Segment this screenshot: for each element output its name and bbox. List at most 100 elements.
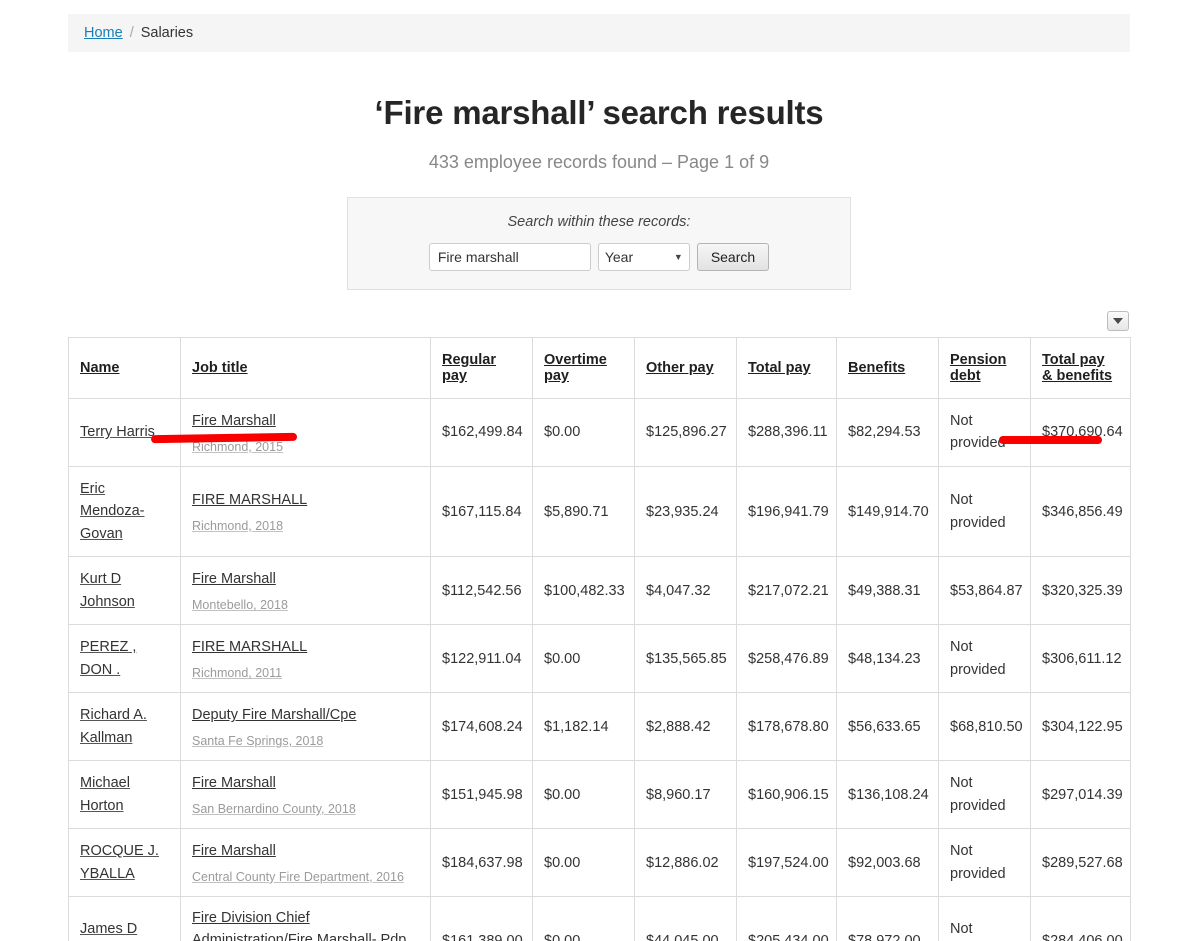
employee-name-link[interactable]: PEREZ , DON . — [80, 639, 136, 677]
cell-benefits-value: $48,134.23 — [848, 650, 921, 667]
page-root: Home / Salaries ‘Fire marshall’ search r… — [0, 0, 1198, 941]
cell-other-pay-value: $135,565.85 — [646, 650, 727, 667]
job-title-link[interactable]: Fire Marshall — [192, 411, 419, 433]
cell-pension-debt: Not provided — [938, 760, 1031, 830]
cell-regular-pay: $184,637.98 — [430, 828, 533, 898]
column-header-benefits[interactable]: Benefits — [836, 337, 939, 399]
agency-year-link[interactable]: Richmond, 2018 — [192, 519, 419, 533]
salary-results-table: Name Job title Regular pay Overtime pay … — [68, 337, 1131, 941]
cell-overtime-pay-value: $1,182.14 — [544, 718, 609, 735]
cell-regular-pay-value: $167,115.84 — [442, 503, 522, 520]
cell-regular-pay-value: $151,945.98 — [442, 786, 523, 803]
cell-total-pay: $196,941.79 — [736, 465, 837, 558]
employee-name-link[interactable]: Richard A. Kallman — [80, 707, 147, 745]
job-title-link[interactable]: Fire Division Chief Administration/Fire … — [192, 908, 419, 941]
agency-year-link[interactable]: Richmond, 2015 — [192, 440, 419, 454]
column-header-name[interactable]: Name — [68, 337, 181, 399]
breadcrumb-separator: / — [129, 25, 134, 41]
search-button[interactable]: Search — [696, 243, 770, 271]
cell-job-title: Fire Marshall Richmond, 2015 — [180, 398, 431, 467]
chevron-down-icon: ▼ — [673, 251, 683, 262]
agency-year-link[interactable]: Santa Fe Springs, 2018 — [192, 734, 419, 748]
employee-name-link[interactable]: Eric Mendoza-Govan — [80, 481, 144, 542]
cell-total-pay: $178,678.80 — [736, 692, 837, 762]
cell-employee-name: James D Kemper — [68, 896, 181, 941]
cell-total-pay-benefits: $289,527.68 — [1030, 828, 1131, 898]
cell-pension-debt-value: Not provided — [950, 639, 1006, 678]
cell-overtime-pay-value: $5,890.71 — [544, 503, 609, 520]
column-header-pension-debt[interactable]: Pension debt — [938, 337, 1031, 399]
job-title-link[interactable]: Fire Marshall — [192, 569, 419, 591]
cell-overtime-pay-value: $0.00 — [544, 932, 581, 941]
employee-name-link[interactable]: Kurt D Johnson — [80, 571, 135, 609]
cell-job-title: Fire Division Chief Administration/Fire … — [180, 896, 431, 941]
cell-pension-debt-value: Not provided — [950, 921, 973, 938]
cell-regular-pay: $112,542.56 — [430, 556, 533, 626]
job-title-link[interactable]: Fire Marshall — [192, 841, 419, 863]
cell-overtime-pay-value: $0.00 — [544, 650, 581, 667]
table-row: PEREZ , DON . FIRE MARSHALL Richmond, 2011… — [68, 624, 1131, 694]
column-header-total-pay[interactable]: Total pay — [736, 337, 837, 399]
employee-name-link[interactable]: ROCQUE J. YBALLA — [80, 843, 159, 881]
search-input[interactable] — [428, 243, 591, 271]
agency-year-link[interactable]: Montebello, 2018 — [192, 598, 419, 612]
cell-benefits-value: $78,972.00 — [848, 932, 921, 941]
job-title-link[interactable]: FIRE MARSHALL — [192, 637, 419, 659]
cell-job-title: FIRE MARSHALL Richmond, 2018 — [180, 465, 431, 558]
cell-pension-debt: Not provided — [938, 896, 1031, 941]
agency-year-link[interactable]: Richmond, 2011 — [192, 666, 419, 680]
column-options-toggle-button[interactable] — [1107, 311, 1129, 331]
cell-total-pay-value: $258,476.89 — [748, 650, 829, 667]
column-header-regular-pay[interactable]: Regular pay — [430, 337, 533, 399]
table-row: Eric Mendoza-Govan FIRE MARSHALL Richmond,… — [68, 465, 1131, 558]
employee-name-link[interactable]: Terry Harris — [80, 424, 155, 440]
agency-year-link[interactable]: San Bernardino County, 2018 — [192, 802, 419, 816]
cell-total-pay-benefits-value: $306,611.12 — [1042, 650, 1122, 667]
column-header-total-pay-benefits[interactable]: Total pay & benefits — [1030, 337, 1131, 399]
column-header-job-title[interactable]: Job title — [180, 337, 431, 399]
cell-benefits-value: $56,633.65 — [848, 718, 921, 735]
cell-pension-debt: Not provided — [938, 624, 1031, 694]
cell-overtime-pay: $1,182.14 — [532, 692, 635, 762]
cell-other-pay-value: $12,886.02 — [646, 854, 719, 871]
cell-employee-name: Richard A. Kallman — [68, 692, 181, 762]
breadcrumb: Home / Salaries — [68, 14, 1130, 52]
cell-total-pay-benefits-value: $346,856.49 — [1042, 503, 1123, 520]
cell-job-title: FIRE MARSHALL Richmond, 2011 — [180, 624, 431, 694]
cell-benefits-value: $92,003.68 — [848, 854, 921, 871]
table-toolbar — [68, 311, 1130, 331]
cell-total-pay-value: $178,678.80 — [748, 718, 829, 735]
year-select[interactable]: Year ▼ — [597, 243, 690, 271]
cell-pension-debt-value: Not provided — [950, 492, 1006, 531]
cell-benefits: $136,108.24 — [836, 760, 939, 830]
cell-total-pay-benefits-value: $289,527.68 — [1042, 854, 1123, 871]
cell-benefits-value: $49,388.31 — [848, 582, 921, 599]
cell-total-pay-benefits: $284,406.00 — [1030, 896, 1131, 941]
cell-pension-debt: Not provided — [938, 398, 1031, 467]
employee-name-link[interactable]: James D Kemper — [80, 921, 137, 941]
cell-other-pay-value: $2,888.42 — [646, 718, 711, 735]
job-title-link[interactable]: Fire Marshall — [192, 773, 419, 795]
cell-pension-debt: Not provided — [938, 828, 1031, 898]
cell-regular-pay: $162,499.84 — [430, 398, 533, 467]
job-title-link[interactable]: FIRE MARSHALL — [192, 490, 419, 512]
cell-other-pay: $135,565.85 — [634, 624, 737, 694]
results-summary: 433 employee records found – Page 1 of 9 — [428, 152, 770, 172]
cell-total-pay-benefits: $297,014.39 — [1030, 760, 1131, 830]
column-header-overtime-pay[interactable]: Overtime pay — [532, 337, 635, 399]
cell-employee-name: ROCQUE J. YBALLA — [68, 828, 181, 898]
cell-regular-pay-value: $174,608.24 — [442, 718, 523, 735]
cell-employee-name: Terry Harris — [68, 398, 181, 467]
agency-year-link[interactable]: Central County Fire Department, 2016 — [192, 870, 419, 884]
column-header-other-pay[interactable]: Other pay — [634, 337, 737, 399]
cell-regular-pay: $167,115.84 — [430, 465, 533, 558]
breadcrumb-link-home[interactable]: Home — [84, 25, 123, 41]
cell-regular-pay-value: $112,542.56 — [442, 582, 522, 599]
job-title-link[interactable]: Deputy Fire Marshall/Cpe — [192, 705, 419, 727]
employee-name-link[interactable]: Michael Horton — [80, 775, 130, 813]
cell-benefits: $48,134.23 — [836, 624, 939, 694]
year-select-value: Year — [604, 249, 634, 265]
cell-regular-pay-value: $161,389.00 — [442, 932, 523, 941]
cell-total-pay-value: $197,524.00 — [748, 854, 829, 871]
cell-job-title: Fire Marshall San Bernardino County, 2018 — [180, 760, 431, 830]
